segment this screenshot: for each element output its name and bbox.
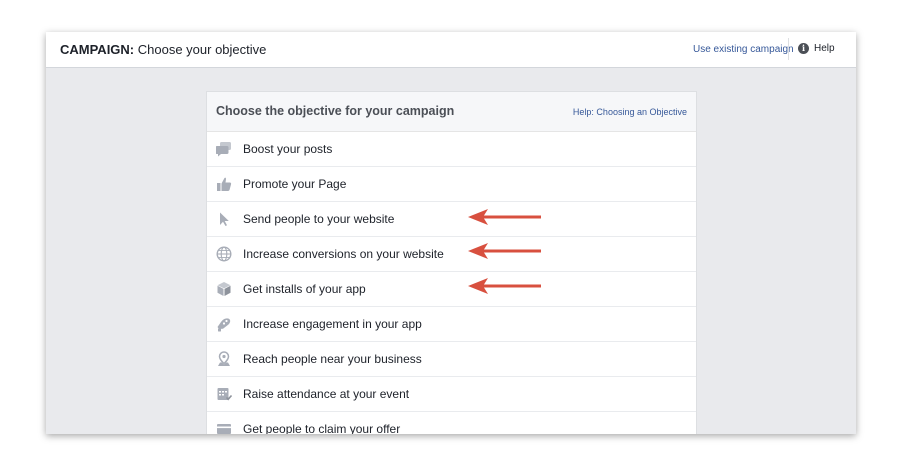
page-title: CAMPAIGN: Choose your objective	[60, 42, 266, 57]
objective-event-responses[interactable]: Raise attendance at your event	[207, 377, 696, 412]
choosing-objective-help-link[interactable]: Help: Choosing an Objective	[573, 107, 687, 117]
offer-card-icon	[217, 424, 231, 434]
cursor-icon	[220, 212, 229, 226]
divider	[788, 38, 789, 60]
panel-title: Choose the objective for your campaign	[216, 104, 455, 118]
annotation-arrow-left-icon	[468, 278, 541, 294]
game-controller-icon	[217, 318, 231, 332]
help-label: Help	[814, 43, 835, 54]
objective-label: Promote your Page	[243, 177, 347, 191]
objective-label: Get installs of your app	[243, 282, 366, 296]
objective-website-conversions[interactable]: Increase conversions on your website	[207, 237, 696, 272]
objective-label: Raise attendance at your event	[243, 387, 410, 401]
objective-label: Increase conversions on your website	[243, 247, 444, 261]
top-bar: CAMPAIGN: Choose your objective Use exis…	[46, 32, 856, 68]
use-existing-campaign-link[interactable]: Use existing campaign	[693, 44, 794, 55]
box-icon	[217, 282, 231, 296]
objective-boost-posts[interactable]: Boost your posts	[207, 132, 696, 167]
page-title-text: Choose your objective	[134, 42, 267, 57]
speech-bubbles-icon	[216, 142, 231, 157]
objective-panel: Choose the objective for your campaign H…	[206, 91, 697, 434]
objective-offer-claims[interactable]: Get people to claim your offer	[207, 412, 696, 434]
globe-icon	[216, 246, 232, 262]
panel-header: Choose the objective for your campaign H…	[207, 92, 696, 132]
objective-local-awareness[interactable]: Reach people near your business	[207, 342, 696, 377]
objective-promote-page[interactable]: Promote your Page	[207, 167, 696, 202]
ads-manager-window: CAMPAIGN: Choose your objective Use exis…	[46, 32, 856, 434]
objective-label: Get people to claim your offer	[243, 422, 401, 434]
thumbs-up-icon	[217, 177, 232, 191]
objective-app-installs[interactable]: Get installs of your app	[207, 272, 696, 307]
help-button[interactable]: i Help	[798, 43, 835, 54]
objective-app-engagement[interactable]: Increase engagement in your app	[207, 307, 696, 342]
page-title-bold: CAMPAIGN:	[60, 42, 135, 57]
objective-label: Increase engagement in your app	[243, 317, 422, 331]
annotation-arrow-left-icon	[468, 243, 541, 259]
objective-label: Send people to your website	[243, 212, 395, 226]
objective-label: Reach people near your business	[243, 352, 422, 366]
location-pin-icon	[218, 351, 230, 366]
objective-label: Boost your posts	[243, 142, 333, 156]
annotation-arrow-left-icon	[468, 209, 541, 225]
calendar-icon	[217, 388, 232, 401]
info-icon: i	[798, 43, 809, 54]
objective-website-clicks[interactable]: Send people to your website	[207, 202, 696, 237]
